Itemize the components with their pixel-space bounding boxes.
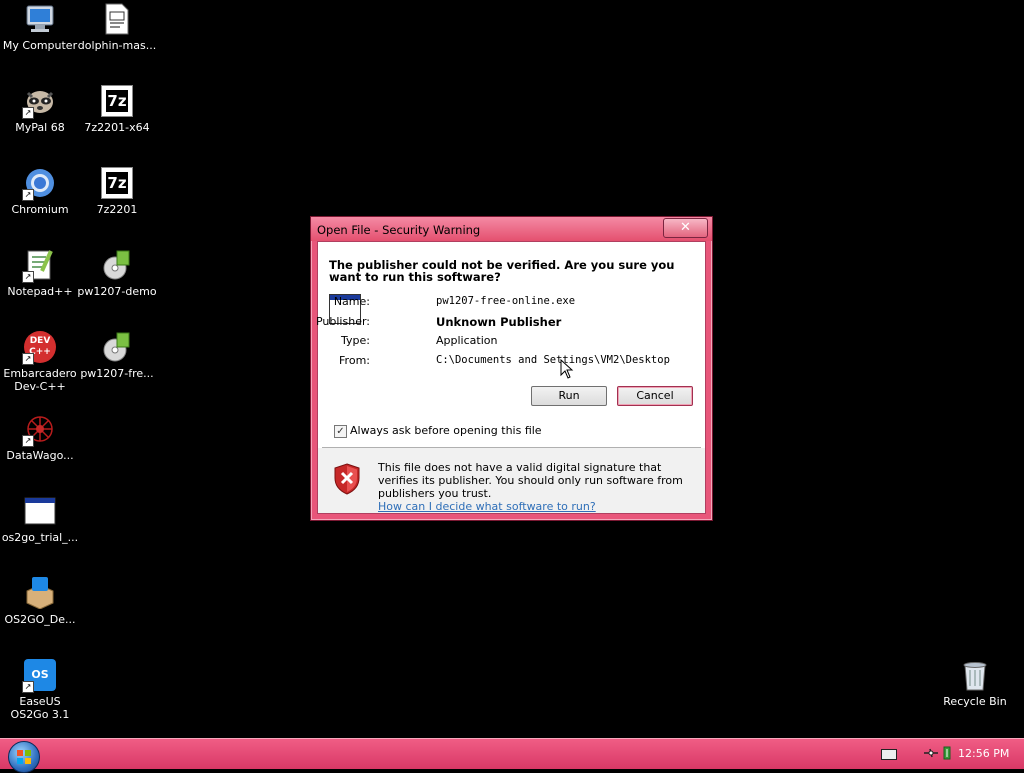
installer-disc-icon — [101, 249, 133, 281]
devcpp-icon: DEV C++ ↗ — [22, 331, 56, 365]
warning-message: This file does not have a valid digital … — [378, 461, 693, 513]
desktop-icon-recycle-bin[interactable]: Recycle Bin — [935, 659, 1015, 708]
text-file-icon — [101, 3, 133, 35]
dialog-titlebar[interactable]: Open File - Security Warning ✕ — [311, 217, 712, 241]
desktop-icon-label: My Computer — [2, 39, 78, 52]
desktop-icon-mypal[interactable]: ↗ MyPal 68 — [0, 85, 80, 134]
application-window-icon — [24, 495, 56, 527]
cancel-button[interactable]: Cancel — [617, 386, 693, 406]
desktop-icon-pw1207-demo[interactable]: pw1207-demo — [77, 249, 157, 298]
datawago-icon: ↗ — [22, 413, 56, 447]
dialog-headline: The publisher could not be verified. Are… — [329, 258, 675, 284]
shortcut-arrow-icon: ↗ — [22, 681, 34, 693]
type-value: Application — [436, 334, 498, 347]
shortcut-arrow-icon: ↗ — [22, 271, 34, 283]
desktop-icon-label: Chromium — [11, 203, 69, 216]
mouse-cursor-icon — [560, 358, 574, 379]
field-label: Type: — [341, 334, 370, 347]
desktop-icon-7z2201[interactable]: 7z 7z2201 — [77, 167, 157, 216]
desktop-icon-easeus-os2go[interactable]: OS ↗ EaseUS OS2Go 3.1 — [0, 659, 80, 721]
installer-disc-icon — [101, 331, 133, 363]
help-link[interactable]: How can I decide what software to run? — [378, 500, 693, 513]
sevenzip-icon: 7z — [101, 167, 133, 199]
desktop-icon-label: DataWago... — [6, 449, 74, 462]
desktop-icon-pw1207-free[interactable]: pw1207-fre... — [77, 331, 157, 380]
desktop-icon-label: os2go_trial_... — [1, 531, 79, 544]
desktop-icon-label: 7z2201-x64 — [84, 121, 150, 134]
run-button[interactable]: Run — [531, 386, 607, 406]
shortcut-arrow-icon: ↗ — [22, 189, 34, 201]
dialog-body: The publisher could not be verified. Are… — [316, 241, 706, 514]
desktop-icon-label: OS2GO_De... — [4, 613, 76, 626]
network-icon[interactable] — [923, 747, 939, 759]
desktop-icon-my-computer[interactable]: My Computer — [0, 3, 80, 52]
field-label: Publisher: — [315, 314, 370, 328]
file-name-value: pw1207-free-online.exe — [436, 295, 576, 307]
desktop-icon-label: Embarcadero Dev-C++ — [3, 367, 77, 393]
computer-icon — [24, 3, 56, 35]
windows-logo-icon — [17, 750, 31, 764]
close-icon: ✕ — [680, 220, 691, 235]
desktop-icon-notepadpp[interactable]: ↗ Notepad++ — [0, 249, 80, 298]
warning-footer: This file does not have a valid digital … — [318, 448, 705, 513]
always-ask-checkbox[interactable]: ✓ — [334, 425, 347, 438]
warning-text: This file does not have a valid digital … — [378, 461, 683, 500]
recycle-bin-icon — [959, 659, 991, 691]
publisher-value: Unknown Publisher — [436, 314, 562, 329]
desktop-icon-label: MyPal 68 — [15, 121, 65, 134]
dialog-title: Open File - Security Warning — [317, 223, 481, 237]
always-ask-label[interactable]: Always ask before opening this file — [350, 424, 542, 437]
desktop-icon-label: Notepad++ — [7, 285, 73, 298]
sevenzip-icon: 7z — [101, 85, 133, 117]
desktop-icon-os2go-trial[interactable]: os2go_trial_... — [0, 495, 80, 544]
os2go-icon: OS ↗ — [22, 659, 56, 693]
source-path-value: C:\Documents and Settings\VM2\Desktop — [436, 353, 670, 366]
shortcut-arrow-icon: ↗ — [22, 107, 34, 119]
taskbar: 12:56 PM — [0, 738, 1024, 773]
desktop-icon-label: Recycle Bin — [943, 695, 1007, 708]
raccoon-icon: ↗ — [22, 85, 56, 119]
close-button[interactable]: ✕ — [663, 218, 708, 238]
security-warning-dialog: Open File - Security Warning ✕ The publi… — [310, 216, 713, 521]
keyboard-icon[interactable] — [881, 749, 897, 760]
shortcut-arrow-icon: ↗ — [22, 353, 34, 365]
shield-warning-icon — [333, 463, 361, 495]
desktop-icon-os2go-de[interactable]: OS2GO_De... — [0, 577, 80, 626]
start-button[interactable] — [8, 741, 40, 773]
desktop-icon-label: 7z2201 — [96, 203, 138, 216]
package-box-icon — [24, 577, 56, 610]
desktop-icon-label: dolphin-mas... — [77, 39, 157, 52]
desktop-icon-dolphin[interactable]: dolphin-mas... — [77, 3, 157, 52]
field-label: Name: — [333, 295, 370, 308]
desktop-icon-devcpp[interactable]: DEV C++ ↗ Embarcadero Dev-C++ — [0, 331, 80, 393]
chromium-icon: ↗ — [22, 167, 56, 201]
desktop-icon-label: pw1207-demo — [77, 285, 157, 298]
clock[interactable]: 12:56 PM — [958, 747, 1009, 760]
desktop-icon-label: pw1207-fre... — [80, 367, 154, 380]
safely-remove-hardware-icon[interactable] — [942, 746, 952, 760]
desktop-icon-datawago[interactable]: ↗ DataWago... — [0, 413, 80, 462]
desktop-icon-label: EaseUS OS2Go 3.1 — [10, 695, 70, 721]
desktop-icon-chromium[interactable]: ↗ Chromium — [0, 167, 80, 216]
desktop-icon-7z2201-x64[interactable]: 7z 7z2201-x64 — [77, 85, 157, 134]
notepad-plus-plus-icon: ↗ — [22, 249, 56, 283]
shortcut-arrow-icon: ↗ — [22, 435, 34, 447]
field-label: From: — [339, 353, 370, 367]
